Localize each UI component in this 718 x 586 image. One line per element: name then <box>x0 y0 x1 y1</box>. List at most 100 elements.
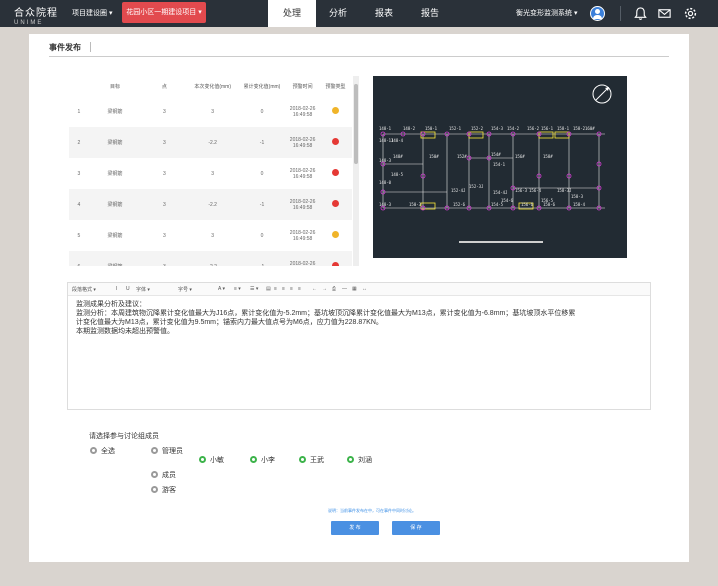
table-cell: 梁钢筋 <box>107 233 123 239</box>
table-cell: 0 <box>260 170 264 177</box>
editor-toolbar: 段落格式 ▾ I U 字体 ▾ 字号 ▾ A ▾ ≡ ▾ ☰ ▾ ▤ ≡ ≡ ≡ ≡ ← → ⎙ — ▦ ↔ <box>68 283 650 296</box>
alert-type-cell <box>319 189 352 220</box>
table-cell: 0 <box>260 232 264 239</box>
col-header: 累计变化值(mm) <box>237 76 287 96</box>
tab-process[interactable]: 处理 <box>268 0 316 27</box>
group-member-radio[interactable] <box>151 471 158 478</box>
col-header: 预警时间 <box>286 76 320 96</box>
compass-icon[interactable] <box>592 84 612 104</box>
group-guest-label: 游客 <box>162 487 176 494</box>
active-project-dropdown[interactable]: 花园小区一期建设项目 ▾ <box>122 2 206 23</box>
toolbar-button[interactable]: U <box>126 286 130 292</box>
bell-icon[interactable] <box>633 6 648 21</box>
toolbar-button[interactable]: A ▾ <box>218 286 225 292</box>
editor-line: 计变化值最大为M13点，累计变化值为9.5mm；锚索内力最大值点号为M6点，应力… <box>76 319 383 326</box>
toolbar-button[interactable]: ≡ ▾ <box>234 286 241 292</box>
alert-table: 目标 点 本次变化值(mm) 累计变化值(mm) 预警时间 预警类型 1 梁钢筋 3… <box>69 76 359 266</box>
table-cell: -1 <box>237 127 287 158</box>
mail-icon[interactable] <box>657 6 672 21</box>
system-name-dropdown[interactable]: 衡光变形监测系统 ▾ <box>516 0 577 27</box>
member-radio[interactable] <box>347 456 354 463</box>
select-all-radio[interactable] <box>90 447 97 454</box>
table-row[interactable]: 4 梁钢筋 3 -2.2 -1 2018-02-26 16:49:58 <box>69 189 352 220</box>
user-avatar[interactable] <box>590 6 605 21</box>
cad-label: 148-3 <box>379 202 392 207</box>
logo[interactable]: 合众院程 UNIME <box>14 4 62 26</box>
cad-drawing-viewer[interactable]: 148-1 148-2 150-1 152-1 152-2 154-3 154-2 156-2… <box>373 76 627 258</box>
member-label: 王武 <box>310 457 324 464</box>
project-dropdown[interactable]: 项目建设圈 ▾ <box>72 0 112 27</box>
cad-label: 156# <box>515 154 525 159</box>
table-cell: 0 <box>260 108 264 115</box>
toolbar-button[interactable]: ▤ <box>266 286 271 292</box>
cad-label: 158-3J <box>557 188 571 193</box>
cad-drawing: 148-1 148-2 150-1 152-1 152-2 154-3 154-2 156-2… <box>379 84 612 243</box>
cad-label: 160# <box>585 126 595 131</box>
save-button[interactable]: 保 存 <box>392 521 440 535</box>
tab-analysis[interactable]: 分析 <box>314 0 362 27</box>
cad-label: 154-6 <box>501 198 514 203</box>
table-cell: 梁钢筋 <box>107 171 123 177</box>
alert-type-cell <box>319 220 352 251</box>
table-header-row: 目标 点 本次变化值(mm) 累计变化值(mm) 预警时间 预警类型 <box>69 76 352 96</box>
table-cell: 5 <box>77 232 81 239</box>
toolbar-button[interactable]: 字体 ▾ <box>136 286 150 293</box>
cad-label: 152-6 <box>453 202 466 207</box>
toolbar-button[interactable]: ▦ <box>352 286 357 292</box>
tab-report-table[interactable]: 报表 <box>360 0 408 27</box>
alert-type-cell <box>319 158 352 189</box>
divider <box>620 6 621 21</box>
toolbar-button[interactable]: ← <box>312 286 317 292</box>
table-cell: 梁钢筋 <box>107 109 123 115</box>
publish-tip: 说明：当前事件发布在中，可在事件中同时讨论。 <box>328 508 416 513</box>
member-radio[interactable] <box>199 456 206 463</box>
group-member-label: 成员 <box>162 472 176 479</box>
table-row[interactable]: 1 梁钢筋 3 3 0 2018-02-26 16:49:58 <box>69 96 352 127</box>
table-cell: -2.2 <box>187 251 238 266</box>
toolbar-button[interactable]: → <box>322 286 327 292</box>
table-row[interactable]: 2 梁钢筋 3 -2.2 -1 2018-02-26 16:49:58 <box>69 127 352 158</box>
group-admin-radio[interactable] <box>151 447 158 454</box>
table-cell: 梁钢筋 <box>88 251 142 266</box>
scrollbar-thumb[interactable] <box>354 84 358 164</box>
table-cell: 3 <box>77 170 81 177</box>
member-radio[interactable] <box>299 456 306 463</box>
toolbar-button[interactable]: ⎙ <box>332 286 336 292</box>
rich-text-editor[interactable]: 段落格式 ▾ I U 字体 ▾ 字号 ▾ A ▾ ≡ ▾ ☰ ▾ ▤ ≡ ≡ ≡ ≡ ← → ⎙ — ▦ ↔ 监测成… <box>67 282 651 410</box>
cad-label: 158-3 <box>571 194 584 199</box>
toolbar-button[interactable]: ≡ <box>290 286 293 292</box>
participants-title: 请选择参与讨论组成员 <box>89 433 159 440</box>
tab-report[interactable]: 报告 <box>406 0 454 27</box>
cad-label: 148-1 <box>379 126 392 131</box>
gear-icon[interactable] <box>683 6 698 21</box>
toolbar-button[interactable]: I <box>116 286 117 292</box>
toolbar-button[interactable]: ≡ <box>274 286 277 292</box>
alert-type-cell <box>319 127 352 158</box>
toolbar-button[interactable]: — <box>342 286 347 292</box>
cad-label: 152# <box>457 154 467 159</box>
toolbar-button[interactable]: ☰ ▾ <box>250 286 258 292</box>
cad-label: 156-6 <box>521 202 534 207</box>
toolbar-button[interactable]: 段落格式 ▾ <box>72 286 96 293</box>
table-cell: 2 <box>69 127 89 158</box>
toolbar-button[interactable]: ≡ <box>298 286 301 292</box>
toolbar-button[interactable]: 字号 ▾ <box>178 286 192 293</box>
table-cell: 3 <box>163 108 166 115</box>
logo-main: 合众院程 <box>14 8 58 19</box>
table-cell: 3 <box>141 127 188 158</box>
toolbar-button[interactable]: ≡ <box>282 286 285 292</box>
table-row[interactable]: 5 梁钢筋 3 3 0 2018-02-26 16:49:58 <box>69 220 352 251</box>
table-cell: 2018-02-26 16:49:58 <box>289 105 316 118</box>
logo-sub: UNIME <box>14 20 44 26</box>
table-row[interactable]: 3 梁钢筋 3 3 0 2018-02-26 16:49:58 <box>69 158 352 189</box>
group-guest-radio[interactable] <box>151 486 158 493</box>
toolbar-button[interactable]: ↔ <box>362 286 367 292</box>
cad-label: 158-4 <box>573 202 586 207</box>
editor-content[interactable]: 监测成果分析及建议： 监测分析：本周建筑物沉降累计变化值最大为J16点，累计变化… <box>68 296 650 340</box>
cad-label: 156-1 <box>541 126 554 131</box>
editor-line: 监测成果分析及建议： <box>76 301 146 308</box>
table-row[interactable]: 6梁钢筋3-2.2-12018-02-26 16:49:58 <box>69 251 352 266</box>
table-cell: -1 <box>237 251 287 266</box>
member-radio[interactable] <box>250 456 257 463</box>
publish-button[interactable]: 发 布 <box>331 521 379 535</box>
